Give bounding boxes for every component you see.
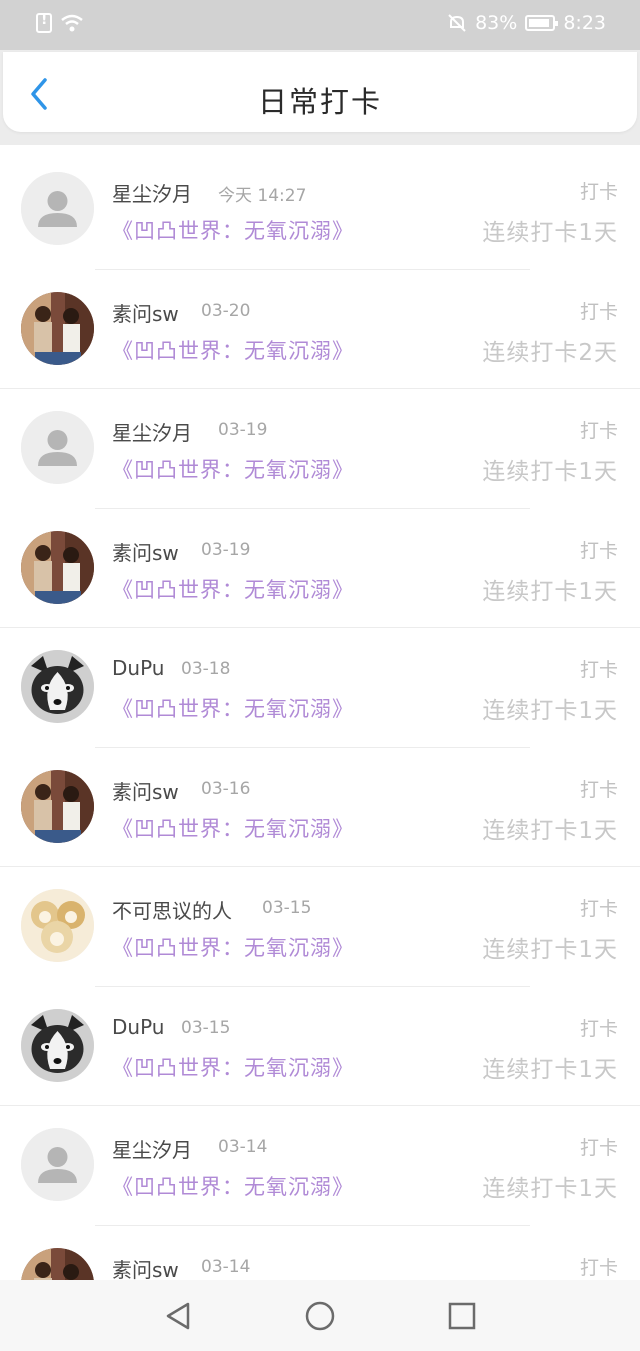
book-title-link[interactable]: 《凹凸世界：无氧沉溺》 [112,215,354,245]
checkin-list: 星尘汐月 今天 14:27 《凹凸世界：无氧沉溺》 打卡 连续打卡1天 素问sw 03-20… [0,150,640,1280]
user-name[interactable]: 素问sw [112,1254,179,1281]
checkin-date: 03-14 [218,1137,268,1157]
streak-label: 连续打卡1天 [482,220,618,246]
avatar[interactable] [21,1008,94,1082]
nav-back-button[interactable] [162,1300,194,1332]
list-item[interactable]: 素问sw03-14《凹凸世界：无氧沉溺》打卡连续打卡1天 [0,1226,640,1281]
avatar[interactable] [21,291,94,365]
checkin-date: 03-20 [201,300,251,321]
checkin-date: 03-19 [201,539,251,560]
home-circle-icon [305,1301,335,1331]
list-item[interactable]: 不可思议的人 03-15 《凹凸世界：无氧沉溺》 打卡连续打卡1天 [0,867,640,987]
list-item[interactable]: 素问sw 03-16 《凹凸世界：无氧沉溺》 打卡连续打卡1天 [0,748,640,867]
streak-label: 连续打卡1天 [482,698,618,724]
checkin-date: 03-19 [218,420,268,440]
list-item[interactable]: DuPu 03-15 《凹凸世界：无氧沉溺》 打卡连续打卡1天 [0,987,640,1106]
checkin-date: 今天 14:27 [218,186,307,206]
list-item[interactable]: DuPu 03-18 《凹凸世界：无氧沉溺》 打卡连续打卡1天 [0,628,640,748]
avatar[interactable] [21,1247,94,1280]
streak-label: 连续打卡1天 [482,817,618,844]
avatar[interactable] [21,411,94,484]
default-avatar-image [21,411,94,484]
checkin-type-label: 打卡 [579,1017,618,1040]
photo-avatar-image [21,1247,94,1280]
list-item[interactable]: 星尘汐月 03-14 《凹凸世界：无氧沉溺》 打卡连续打卡1天 [0,1106,640,1226]
anime-avatar-image [21,889,94,962]
back-triangle-icon [166,1302,190,1330]
recents-square-icon [448,1302,476,1330]
list-item[interactable]: 星尘汐月 今天 14:27 《凹凸世界：无氧沉溺》 打卡连续打卡1天 [0,150,640,270]
clock: 8:23 [563,12,606,34]
list-item[interactable]: 素问sw 03-20 《凹凸世界：无氧沉溺》 打卡连续打卡2天 [0,270,640,389]
checkin-date: 03-15 [262,898,312,918]
book-title-link[interactable]: 《凹凸世界：无氧沉溺》 [112,813,354,843]
user-name[interactable]: DuPu [112,656,164,680]
streak-label: 连续打卡1天 [482,1056,618,1083]
checkin-date: 03-16 [201,778,251,799]
book-title-link[interactable]: 《凹凸世界：无氧沉溺》 [112,574,354,604]
book-title-link[interactable]: 《凹凸世界：无氧沉溺》 [112,932,354,962]
checkin-type-label: 打卡 [579,181,618,203]
status-bar: 83% 8:23 [0,0,640,50]
book-title-link[interactable]: 《凹凸世界：无氧沉溺》 [112,693,354,723]
book-title-link[interactable]: 《凹凸世界：无氧沉溺》 [112,454,354,484]
header-card: 日常打卡 [3,52,637,132]
mute-icon [448,14,466,32]
avatar[interactable] [21,172,94,245]
user-name[interactable]: 星尘汐月 [112,1134,192,1163]
avatar[interactable] [21,1128,94,1201]
default-avatar-image [21,1128,94,1201]
user-name[interactable]: 星尘汐月 [112,178,192,207]
battery-percent: 83% [475,12,518,34]
checkin-type-label: 打卡 [579,778,618,801]
checkin-type-label: 打卡 [579,1137,618,1159]
streak-label: 连续打卡1天 [482,578,618,605]
husky-avatar-image [21,1008,94,1082]
avatar[interactable] [21,889,94,962]
book-title-link[interactable]: 《凹凸世界：无氧沉溺》 [112,1171,354,1201]
sim-alert-icon [36,12,52,33]
user-name[interactable]: 不可思议的人 [112,895,232,924]
default-avatar-image [21,172,94,245]
user-name[interactable]: 素问sw [112,298,179,327]
streak-label: 连续打卡2天 [482,339,618,366]
battery-icon [525,15,559,31]
checkin-type-label: 打卡 [579,539,618,562]
avatar[interactable] [21,769,94,843]
streak-label: 连续打卡1天 [482,937,618,963]
wifi-icon [61,14,83,32]
checkin-type-label: 打卡 [579,300,618,323]
husky-avatar-image [21,650,94,723]
checkin-date: 03-15 [181,1017,231,1038]
book-title-link[interactable]: 《凹凸世界：无氧沉溺》 [112,335,354,365]
checkin-type-label: 打卡 [579,898,618,920]
streak-label: 连续打卡1天 [482,1176,618,1202]
photo-avatar-image [21,291,94,365]
photo-avatar-image [21,769,94,843]
navigation-bar [0,1280,640,1351]
checkin-type-label: 打卡 [579,1256,618,1279]
book-title-link[interactable]: 《凹凸世界：无氧沉溺》 [112,1052,354,1082]
user-name[interactable]: 素问sw [112,776,179,805]
avatar[interactable] [21,530,94,604]
checkin-type-label: 打卡 [579,659,618,681]
header: 日常打卡 [0,50,640,145]
checkin-type-label: 打卡 [579,420,618,442]
user-name[interactable]: DuPu [112,1015,164,1039]
photo-avatar-image [21,530,94,604]
page-title: 日常打卡 [257,85,382,119]
checkin-date: 03-14 [201,1256,251,1277]
list-item[interactable]: 素问sw 03-19 《凹凸世界：无氧沉溺》 打卡连续打卡1天 [0,509,640,628]
nav-home-button[interactable] [304,1300,336,1332]
checkin-date: 03-18 [181,659,231,679]
nav-recents-button[interactable] [446,1300,478,1332]
streak-label: 连续打卡1天 [482,459,618,485]
avatar[interactable] [21,650,94,723]
list-item[interactable]: 星尘汐月 03-19 《凹凸世界：无氧沉溺》 打卡连续打卡1天 [0,389,640,509]
user-name[interactable]: 星尘汐月 [112,417,192,446]
user-name[interactable]: 素问sw [112,537,179,566]
